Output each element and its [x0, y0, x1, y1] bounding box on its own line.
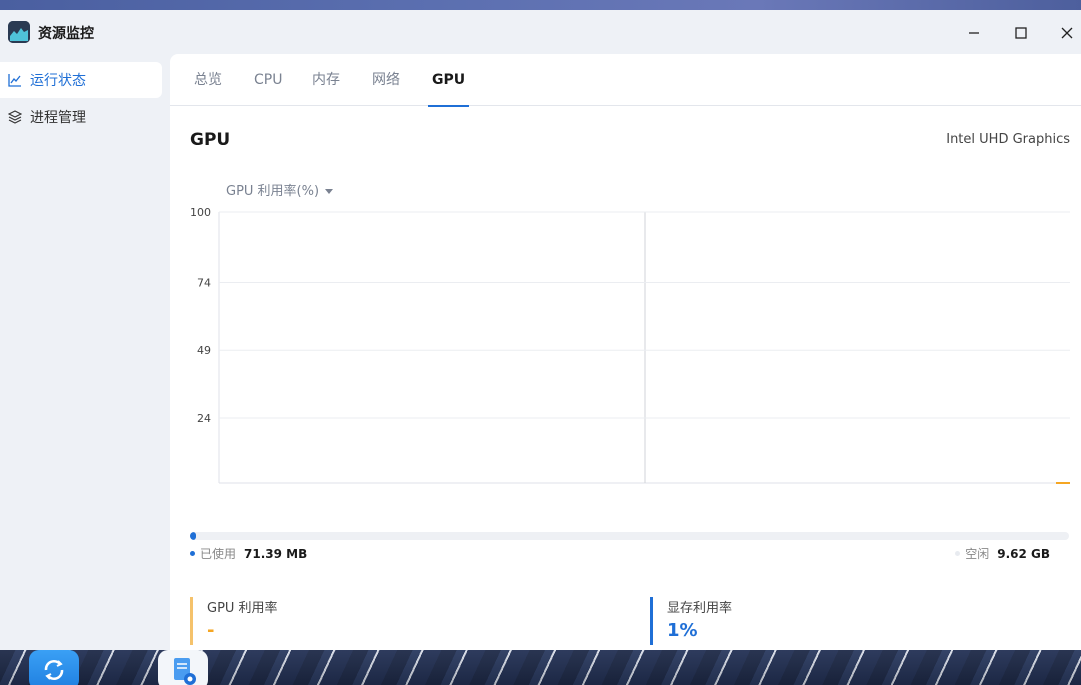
sync-icon	[44, 660, 64, 680]
maximize-button[interactable]	[1008, 20, 1034, 46]
free-dot-icon	[955, 551, 961, 556]
chart-svg: 100 74 49 24	[190, 206, 1070, 484]
chart-y-tick-label: 49	[197, 344, 211, 357]
tab-gpu[interactable]: GPU	[427, 54, 470, 107]
memory-used-legend: 已使用 71.39 MB	[190, 545, 307, 562]
close-button[interactable]	[1054, 20, 1080, 46]
memory-used-label: 已使用	[200, 547, 237, 561]
stat-gpu-usage: GPU 利用率 -	[190, 597, 630, 645]
tab-memory[interactable]: 内存	[312, 54, 340, 106]
close-icon	[1061, 27, 1073, 39]
minimize-button[interactable]	[961, 20, 987, 46]
stat-vram-usage-value: 1%	[667, 620, 698, 641]
line-chart-icon	[8, 73, 22, 87]
chart-y-tick-label: 100	[190, 206, 211, 219]
metric-select[interactable]: GPU 利用率(%)	[226, 180, 334, 199]
memory-free-legend: 空闲 9.62 GB	[955, 545, 1050, 562]
sidebar-item-running-status[interactable]: 运行状态	[0, 62, 162, 98]
chart-y-tick-label: 74	[197, 276, 211, 289]
document-app-dock-icon[interactable]	[158, 650, 208, 685]
stat-gpu-usage-label: GPU 利用率	[207, 601, 278, 616]
memory-usage-bar-fill	[190, 532, 197, 540]
used-dot-icon	[190, 551, 195, 556]
memory-used-value: 71.39 MB	[244, 546, 308, 561]
memory-free-value: 9.62 GB	[997, 546, 1050, 561]
layers-icon	[8, 110, 22, 124]
stat-vram-usage-label: 显存利用率	[667, 601, 733, 616]
chart-y-tick-label: 24	[197, 412, 211, 425]
sidebar-item-process-management[interactable]: 进程管理	[0, 99, 162, 135]
maximize-icon	[1015, 27, 1027, 39]
gpu-usage-chart: 100 74 49 24	[170, 204, 1081, 544]
stat-gpu-usage-value: -	[207, 620, 215, 641]
sidebar-item-label: 运行状态	[30, 73, 86, 89]
document-camera-icon	[174, 658, 196, 685]
tab-network[interactable]: 网络	[372, 54, 400, 106]
tab-bar: 总览 CPU 内存 网络 GPU	[170, 54, 1081, 107]
tab-overview[interactable]: 总览	[194, 54, 222, 106]
resource-monitor-window: 资源监控 运行状态 进程管理 总览 CPU 内存 网络 GPU GPU Inte…	[0, 10, 1081, 650]
caret-down-icon	[325, 189, 334, 194]
resource-monitor-app-icon	[8, 21, 30, 43]
tab-cpu[interactable]: CPU	[254, 54, 282, 106]
main-panel: 总览 CPU 内存 网络 GPU GPU Intel UHD Graphics …	[170, 54, 1081, 650]
desktop-top-strip	[0, 0, 1081, 10]
section-title: GPU	[190, 130, 231, 150]
sidebar: 运行状态 进程管理	[0, 54, 170, 650]
memory-usage-bar	[190, 532, 1069, 540]
minimize-icon	[969, 32, 979, 34]
sync-app-dock-icon[interactable]	[29, 650, 79, 685]
app-title: 资源监控	[38, 26, 94, 42]
stat-vram-usage: 显存利用率 1%	[650, 597, 1070, 645]
metric-select-value: GPU 利用率(%)	[226, 184, 320, 199]
title-bar: 资源监控	[0, 10, 1081, 54]
memory-free-label: 空闲	[965, 547, 990, 561]
gpu-model-name: Intel UHD Graphics	[946, 132, 1070, 147]
sidebar-item-label: 进程管理	[30, 110, 86, 126]
